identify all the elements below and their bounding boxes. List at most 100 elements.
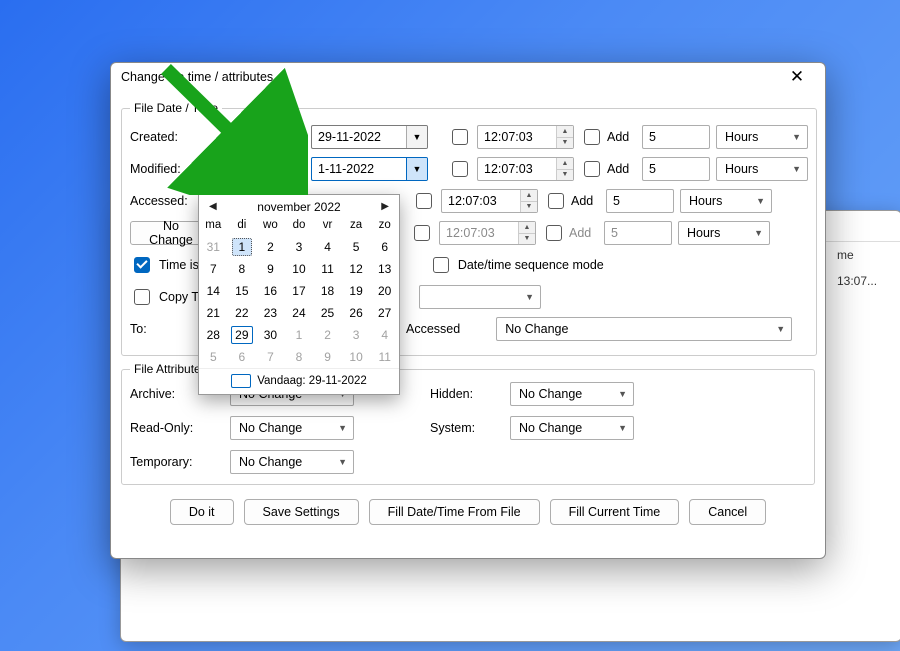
calendar-day[interactable]: 4 [313,236,342,258]
calendar-weekday: zo [370,216,399,236]
calendar-day[interactable]: 10 [285,258,314,280]
calendar-day[interactable]: 16 [256,280,285,302]
created-unit-combo[interactable]: Hours▼ [716,125,808,149]
save-settings-button[interactable]: Save Settings [244,499,359,525]
modified-time-spinner[interactable]: ▲▼ [556,158,573,180]
close-icon[interactable]: ✕ [777,64,817,90]
calendar-day[interactable]: 23 [256,302,285,324]
calendar-day[interactable]: 26 [342,302,371,324]
calendar-day[interactable]: 30 [256,324,285,346]
calendar-day[interactable]: 9 [313,346,342,368]
created-date-field[interactable]: ▼ [311,125,428,149]
nochange-add-value[interactable] [604,221,672,245]
temporary-combo[interactable]: No Change▼ [230,450,354,474]
modified-unit-combo[interactable]: Hours▼ [716,157,808,181]
modified-add-value[interactable] [642,157,710,181]
calendar-day[interactable]: 5 [342,236,371,258]
copy-time-checkbox[interactable] [134,289,150,305]
created-add-value[interactable] [642,125,710,149]
modified-time-checkbox[interactable] [452,161,468,177]
modified-date-field[interactable]: ▼ [311,157,428,181]
readonly-combo[interactable]: No Change▼ [230,416,354,440]
modified-time-field[interactable]: ▲▼ [477,157,574,181]
copy-source-combo[interactable]: ▼ [419,285,541,309]
calendar-day[interactable]: 5 [199,346,228,368]
calendar-day[interactable]: 12 [342,258,371,280]
calendar-day[interactable]: 6 [370,236,399,258]
calendar-day[interactable]: 6 [228,346,257,368]
calendar-day[interactable]: 10 [342,346,371,368]
accessed-time-spinner[interactable]: ▲▼ [520,190,537,212]
calendar-day[interactable]: 17 [285,280,314,302]
nochange-time-spinner[interactable]: ▲▼ [518,222,535,244]
created-add-label: Add [607,130,629,144]
accessed-time-field[interactable]: ▲▼ [441,189,538,213]
calendar-day[interactable]: 13 [370,258,399,280]
fill-from-file-button[interactable]: Fill Date/Time From File [369,499,540,525]
created-time-field[interactable]: ▲▼ [477,125,574,149]
nochange-time-field[interactable]: ▲▼ [439,221,536,245]
accessed-add-value[interactable] [606,189,674,213]
calendar-day[interactable]: 18 [313,280,342,302]
calendar-title[interactable]: november 2022 [257,200,340,214]
calendar-day[interactable]: 7 [256,346,285,368]
calendar-day[interactable]: 4 [370,324,399,346]
calendar-day[interactable]: 3 [285,236,314,258]
accessed-time-input[interactable] [442,191,520,211]
calendar-day[interactable]: 15 [228,280,257,302]
calendar-day[interactable]: 1 [228,236,257,258]
calendar-day[interactable]: 9 [256,258,285,280]
calendar-day[interactable]: 3 [342,324,371,346]
calendar-next-icon[interactable]: ▶ [377,199,393,214]
calendar-day[interactable]: 11 [313,258,342,280]
nochange-time-checkbox[interactable] [414,225,430,241]
modified-add-checkbox[interactable] [584,161,600,177]
chevron-down-icon: ▼ [756,196,765,206]
calendar-footer[interactable]: Vandaag: 29-11-2022 [199,368,399,394]
created-time-spinner[interactable]: ▲▼ [556,126,573,148]
calendar-day[interactable]: 7 [199,258,228,280]
calendar-day[interactable]: 24 [285,302,314,324]
calendar-day[interactable]: 29 [228,324,257,346]
sequence-mode-checkbox[interactable] [433,257,449,273]
calendar-day[interactable]: 22 [228,302,257,324]
calendar-day[interactable]: 19 [342,280,371,302]
calendar-day[interactable]: 1 [285,324,314,346]
created-time-input[interactable] [478,127,556,147]
calendar-day[interactable]: 20 [370,280,399,302]
created-time-checkbox[interactable] [452,129,468,145]
modified-time-input[interactable] [478,159,556,179]
calendar-day[interactable]: 2 [313,324,342,346]
created-add-checkbox[interactable] [584,129,600,145]
cancel-button[interactable]: Cancel [689,499,766,525]
calendar-day[interactable]: 25 [313,302,342,324]
calendar-day[interactable]: 21 [199,302,228,324]
do-it-button[interactable]: Do it [170,499,234,525]
modified-enable-checkbox[interactable] [286,161,302,177]
calendar-day[interactable]: 28 [199,324,228,346]
nochange-unit-combo[interactable]: Hours▼ [678,221,770,245]
accessed-unit-combo[interactable]: Hours▼ [680,189,772,213]
calendar-day[interactable]: 27 [370,302,399,324]
modified-date-input[interactable] [312,159,406,179]
calendar-day[interactable]: 8 [285,346,314,368]
fill-current-time-button[interactable]: Fill Current Time [550,499,680,525]
calendar-day[interactable]: 2 [256,236,285,258]
chevron-down-icon[interactable]: ▼ [406,158,427,180]
calendar-prev-icon[interactable]: ◀ [205,199,221,214]
nochange-add-checkbox[interactable] [546,225,562,241]
hidden-combo[interactable]: No Change▼ [510,382,634,406]
accessed-time-checkbox[interactable] [416,193,432,209]
calendar-day[interactable]: 11 [370,346,399,368]
accessed-add-checkbox[interactable] [548,193,564,209]
calendar-day[interactable]: 31 [199,236,228,258]
created-enable-checkbox[interactable] [286,129,302,145]
calendar-day[interactable]: 8 [228,258,257,280]
created-date-input[interactable] [312,127,406,147]
system-combo[interactable]: No Change▼ [510,416,634,440]
calendar-day[interactable]: 14 [199,280,228,302]
chevron-down-icon[interactable]: ▼ [406,126,427,148]
nochange-time-input[interactable] [440,223,518,243]
time-is-checkbox[interactable] [134,257,150,273]
to-combo[interactable]: No Change▼ [496,317,792,341]
